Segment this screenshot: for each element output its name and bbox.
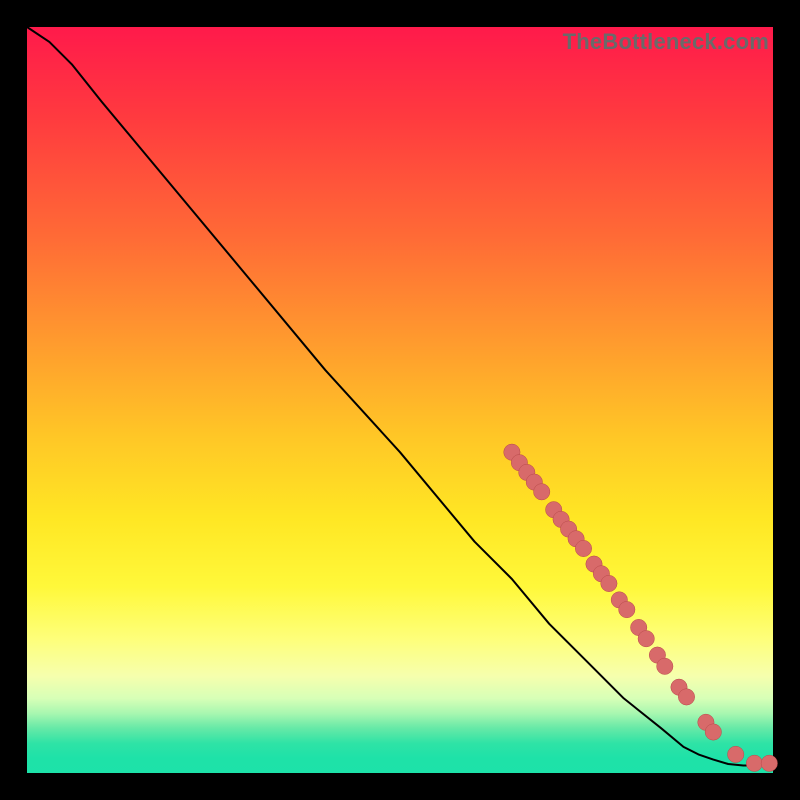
curve-marker xyxy=(534,484,550,500)
curve-marker xyxy=(705,724,721,740)
curve-marker xyxy=(728,746,744,762)
curve-marker xyxy=(619,601,635,617)
chart-svg xyxy=(27,27,773,773)
curve-marker xyxy=(601,575,617,591)
curve-markers-group xyxy=(504,444,778,772)
curve-marker xyxy=(638,631,654,647)
curve-marker xyxy=(575,540,591,556)
chart-frame: TheBottleneck.com xyxy=(27,27,773,773)
curve-marker xyxy=(678,689,694,705)
curve-marker xyxy=(657,658,673,674)
curve-marker xyxy=(746,755,762,771)
curve-marker xyxy=(761,755,777,771)
watermark-text: TheBottleneck.com xyxy=(563,29,769,55)
